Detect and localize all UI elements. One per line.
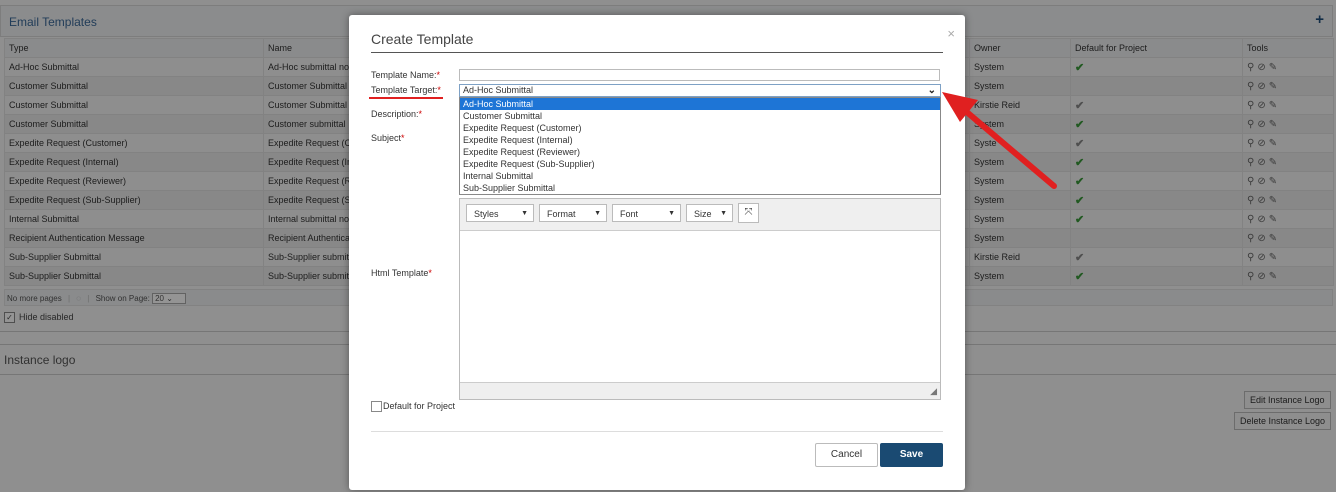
annotation-arrow bbox=[942, 92, 1057, 189]
